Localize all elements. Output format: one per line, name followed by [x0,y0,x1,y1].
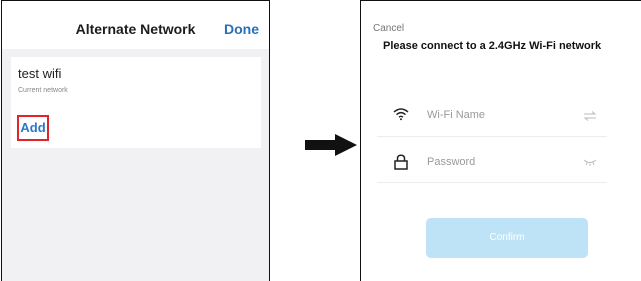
cancel-button[interactable]: Cancel [373,23,404,34]
eye-closed-icon[interactable] [583,157,597,167]
navigation-header: Alternate Network Done [2,1,269,49]
wifi-name-field[interactable]: Wi-Fi Name [393,106,603,130]
confirm-button[interactable]: Confirm [426,218,588,258]
password-input[interactable]: Password [427,156,475,168]
current-network-subtitle: Current network [18,87,68,94]
wifi-name-input[interactable]: Wi-Fi Name [427,109,485,121]
right-arrow-icon [305,134,357,156]
done-button[interactable]: Done [224,21,259,37]
lock-icon [394,154,408,170]
divider [377,182,607,183]
password-field[interactable]: Password [393,153,603,177]
alternate-network-screen: Alternate Network Done test wifi Current… [1,0,270,281]
wifi-connect-screen: Cancel Please connect to a 2.4GHz Wi-Fi … [360,0,641,281]
swap-arrows-icon[interactable] [583,110,597,122]
wifi-icon [393,108,409,121]
connect-instruction-heading: Please connect to a 2.4GHz Wi-Fi network [383,40,602,52]
add-network-button[interactable]: Add [17,115,49,141]
divider [377,136,607,137]
current-network-name[interactable]: test wifi [18,66,61,81]
network-card: test wifi Current network Add [11,57,261,148]
